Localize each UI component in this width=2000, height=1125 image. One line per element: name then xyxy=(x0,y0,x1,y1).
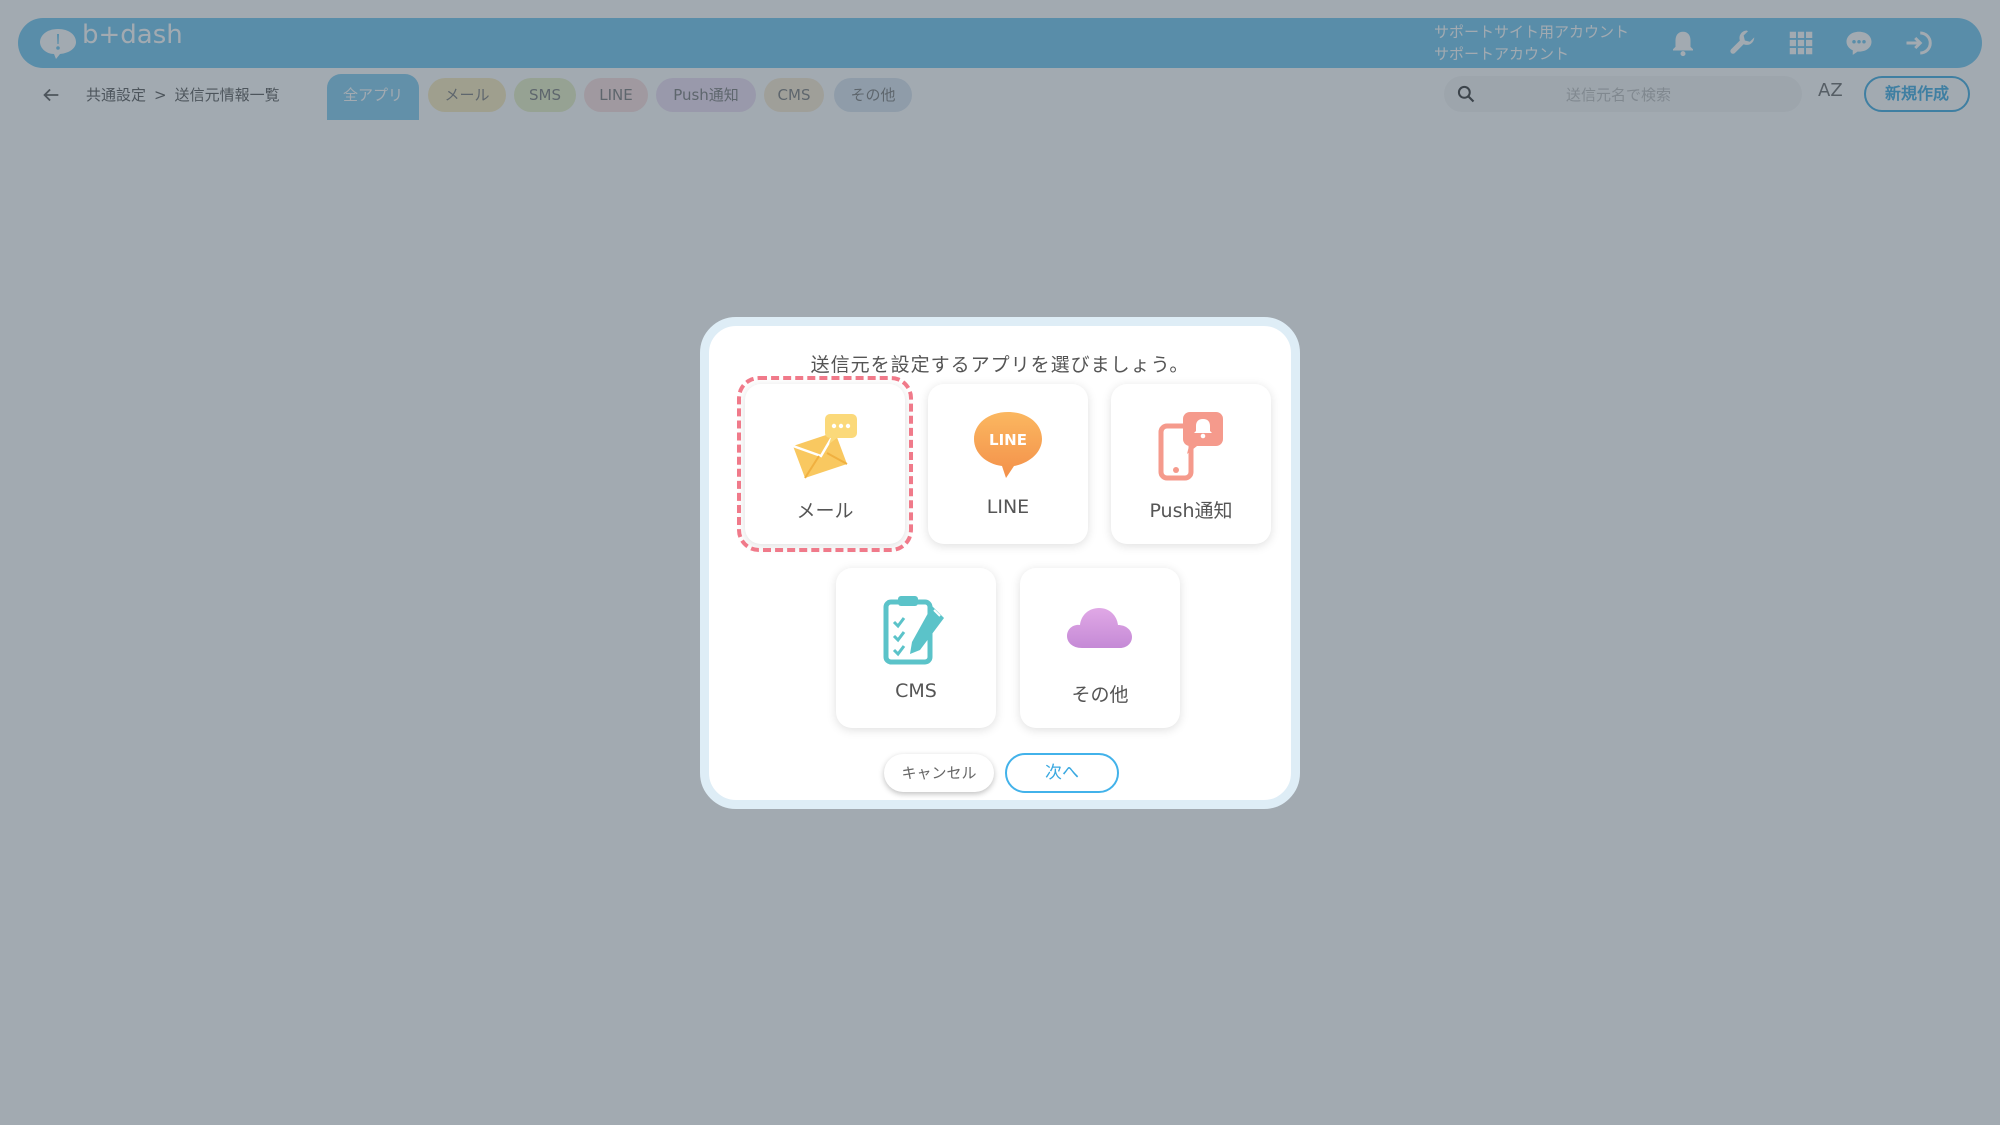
line-logo-text: LINE xyxy=(989,431,1027,449)
app-card-label: メール xyxy=(796,500,854,522)
cms-clipboard-icon xyxy=(883,596,944,665)
cancel-button[interactable]: キャンセル xyxy=(884,754,994,792)
mail-icon xyxy=(792,414,857,479)
cloud-icon xyxy=(1067,608,1132,648)
app-card-push[interactable]: Push通知 xyxy=(1111,384,1271,544)
line-icon: LINE xyxy=(974,412,1042,478)
app-card-label: Push通知 xyxy=(1149,500,1233,522)
app-card-line[interactable]: LINE LINE xyxy=(928,384,1088,544)
app-card-label: LINE xyxy=(986,496,1030,518)
next-button[interactable]: 次へ xyxy=(1005,753,1119,793)
push-notification-icon xyxy=(1158,412,1223,481)
app-card-label: その他 xyxy=(1071,684,1129,706)
app-card-label: CMS xyxy=(895,680,937,702)
app-select-dialog: 送信元を設定するアプリを選びましょう。 メール LINE LINE Push通知… xyxy=(700,317,1300,809)
app-card-cms[interactable]: CMS xyxy=(836,568,996,728)
app-card-mail[interactable]: メール xyxy=(737,376,913,552)
app-card-other[interactable]: その他 xyxy=(1020,568,1180,728)
dialog-title: 送信元を設定するアプリを選びましょう。 xyxy=(810,354,1190,376)
